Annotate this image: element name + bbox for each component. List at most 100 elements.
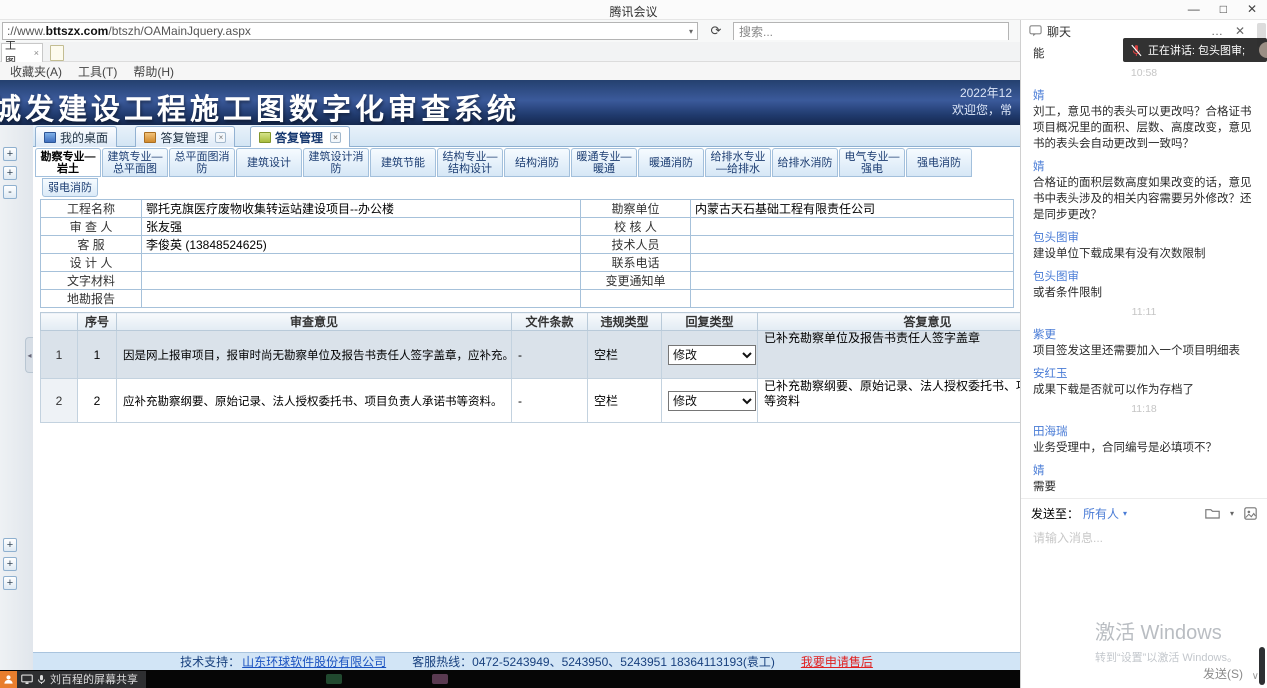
splitter-collapse-icon[interactable]: ◂ [25,337,33,373]
chat-sender: 婧 [1033,159,1255,175]
url-domain: bttszx.com [46,24,109,38]
send-options-icon[interactable]: ∨ [1252,671,1259,682]
cell-seq: 1 [78,331,117,379]
tab-siteplan-fire[interactable]: 总平面图消防 [169,148,235,177]
refresh-icon[interactable]: ⟳ [706,22,726,40]
chevron-down-icon[interactable]: ▾ [1123,509,1127,518]
expand-button[interactable]: + [3,147,17,161]
form-row: 文字材料 变更通知单 [41,272,1014,290]
taskbar-app-thumbnail[interactable] [326,674,342,684]
close-icon[interactable]: × [215,132,226,143]
close-icon[interactable]: × [34,48,39,58]
meeting-app-icon[interactable] [0,671,17,688]
gutter-header [41,313,78,331]
chat-timestamp: 11:11 [1033,304,1255,320]
reply-type-select[interactable]: 修改 [668,345,756,365]
table-row[interactable]: 1 1 因是网上报审项目，报审时尚无勘察单位及报告书责任人签字盖章，应补充。 -… [41,331,1021,379]
tab-plumbing[interactable]: 给排水专业—给排水 [705,148,771,177]
expand-button[interactable]: + [3,557,17,571]
reaction-icon[interactable] [1259,42,1267,58]
send-to-selector[interactable]: 所有人 [1083,505,1119,522]
col-opinion: 审查意见 [117,313,512,331]
chat-bubble-icon [1029,25,1042,37]
tab-structure-design[interactable]: 结构专业—结构设计 [437,148,503,177]
send-button[interactable]: 发送(S) [1203,665,1243,682]
maximize-icon[interactable]: □ [1220,2,1227,16]
menu-tools[interactable]: 工具(T) [78,63,117,80]
chevron-down-icon[interactable]: ▾ [1230,509,1234,518]
tab-survey-geotech[interactable]: 勘察专业—岩土 [35,148,101,177]
browser-tab-row: 工图... × [0,42,1020,62]
speaking-toast-text: 正在讲话: 包头图审; [1148,42,1245,58]
chat-input[interactable] [1021,527,1267,585]
chat-message: 建设单位下载成果有没有次数限制 [1033,246,1255,262]
expand-button[interactable]: + [3,538,17,552]
expand-button[interactable]: + [3,576,17,590]
tab-architectural-design[interactable]: 建筑设计 [236,148,302,177]
expand-button[interactable]: + [3,166,17,180]
tab-hvac[interactable]: 暖通专业—暖通 [571,148,637,177]
tab-building-energy[interactable]: 建筑节能 [370,148,436,177]
address-bar[interactable]: ://www.bttszx.com/btszh/OAMainJquery.asp… [2,22,698,40]
tab-electrical-strong[interactable]: 电气专业—强电 [839,148,905,177]
tab-hvac-fire[interactable]: 暖通消防 [638,148,704,177]
form-row: 地勘报告 [41,290,1014,308]
field-label [581,290,691,308]
tab-my-desktop[interactable]: 我的桌面 [35,126,117,147]
chat-sender: 包头图审 [1033,269,1255,285]
minimize-icon[interactable]: — [1188,2,1200,16]
close-icon[interactable]: × [330,132,341,143]
window-controls: — □ ✕ [1188,2,1257,16]
reply-type-select[interactable]: 修改 [668,391,756,411]
project-info-form: 工程名称 鄂托克旗医疗废物收集转运站建设项目--办公楼 勘察单位 内蒙古天石基础… [40,199,1014,308]
microphone-muted-icon [1131,44,1142,57]
table-row[interactable]: 2 2 应补充勘察纲要、原始记录、法人授权委托书、项目负责人承诺书等资料。 - … [41,379,1021,423]
tab-plumbing-fire[interactable]: 给排水消防 [772,148,838,177]
browser-search [733,22,1009,40]
chat-timestamp: 11:18 [1033,401,1255,417]
meeting-titlebar: 腾讯会议 — □ ✕ [0,0,1267,20]
chat-sender: 安红玉 [1033,366,1255,382]
more-icon[interactable]: … [1211,24,1223,38]
tab-architecture-siteplan[interactable]: 建筑专业—总平面图 [102,148,168,177]
browser-tab[interactable]: 工图... × [1,43,43,62]
cell-reply-type: 修改 [662,331,758,379]
speaking-toast: 正在讲话: 包头图审; [1123,38,1267,62]
cell-reply[interactable]: 已补充勘察单位及报告书责任人签字盖章 [758,331,1021,379]
chevron-down-icon[interactable]: ▾ [689,27,693,36]
chat-message: 或者条件限制 [1033,285,1255,301]
collapse-button[interactable]: - [3,185,17,199]
chat-message: 刘工，意见书的表头可以更改吗？合格证书项目概况里的面积、层数、高度改变，意见书的… [1033,104,1255,152]
new-tab-button[interactable] [50,45,64,61]
left-collapsed-panel: + + - + + + ◂ [0,125,33,670]
file-attach-icon[interactable] [1205,507,1220,519]
tab-strong-current-fire[interactable]: 强电消防 [906,148,972,177]
menu-favorites[interactable]: 收藏夹(A) [10,63,62,80]
search-input[interactable] [734,24,1008,40]
col-reply: 答复意见 [758,313,1021,331]
taskbar-app-thumbnail[interactable] [432,674,448,684]
cell-reply[interactable]: 已补充勘察纲要、原始记录、法人授权委托书、项目负 等资料 [758,379,1021,423]
support-company-link[interactable]: 山东环球软件股份有限公司 [242,653,386,670]
field-label: 勘察单位 [581,200,691,218]
page-body: 勘察专业—岩土 建筑专业—总平面图 总平面图消防 建筑设计 建筑设计消防 建筑节… [33,147,1020,652]
tab-architectural-fire[interactable]: 建筑设计消防 [303,148,369,177]
tab-weak-current-fire[interactable]: 弱电消防 [42,178,98,197]
scrollbar-thumb[interactable] [1259,647,1265,685]
tab-structure-fire[interactable]: 结构消防 [504,148,570,177]
chat-title: 聊天 [1047,23,1071,40]
tab-reply-management-active[interactable]: 答复管理 × [250,126,350,147]
field-label: 地勘报告 [41,290,142,308]
screenshot-icon[interactable] [1244,507,1257,520]
close-icon[interactable]: ✕ [1247,2,1257,16]
chat-sender: 婧 [1033,88,1255,104]
cell-opinion: 因是网上报审项目，报审时尚无勘察单位及报告书责任人签字盖章，应补充。 [117,331,512,379]
field-label: 审 查 人 [41,218,142,236]
form-row: 客 服 李俊英 (13848524625) 技术人员 [41,236,1014,254]
chat-message-list[interactable]: 能 10:58 婧 刘工，意见书的表头可以更改吗？合格证书项目概况里的面积、层数… [1021,44,1267,496]
screen-share-indicator[interactable]: 刘百程的屏幕共享 [17,671,146,688]
menu-help[interactable]: 帮助(H) [133,63,174,80]
close-icon[interactable]: ✕ [1235,24,1245,38]
tab-reply-management[interactable]: 答复管理 × [135,126,235,147]
aftersale-link[interactable]: 我要申请售后 [801,653,873,670]
